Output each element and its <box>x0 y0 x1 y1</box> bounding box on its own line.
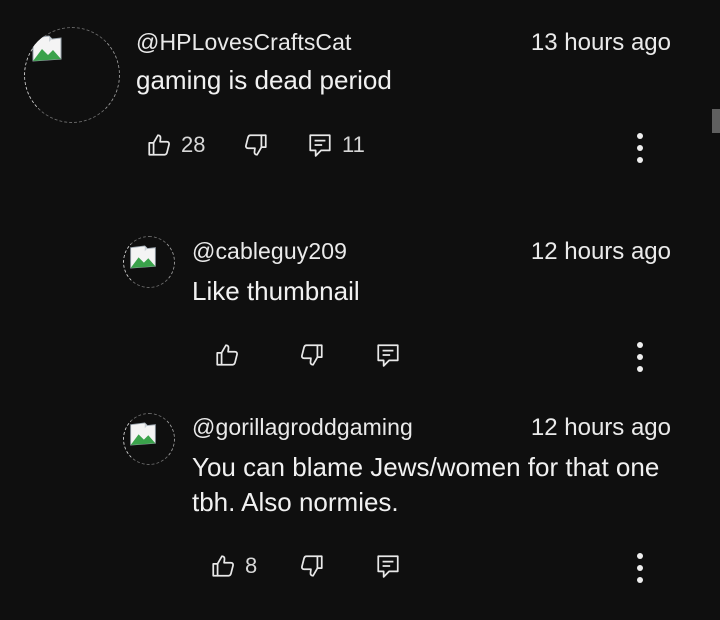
comment-actions: 8 <box>0 548 720 588</box>
thumbs-up-icon <box>212 555 234 577</box>
comment: @HPLovesCraftsCat 13 hours ago gaming is… <box>0 0 720 200</box>
comment-reply: @cableguy209 12 hours ago Like thumbnail <box>0 200 720 380</box>
dislike-button[interactable] <box>299 337 325 373</box>
reply-icon <box>377 344 399 367</box>
thumbs-down-icon <box>301 344 323 366</box>
reply-button[interactable] <box>375 548 401 584</box>
comment-author[interactable]: @gorillagroddgaming <box>192 414 413 441</box>
reply-icon <box>309 134 331 157</box>
dislike-button[interactable] <box>299 548 325 584</box>
avatar[interactable] <box>123 413 175 465</box>
dislike-button[interactable] <box>243 127 269 163</box>
comment-actions: 28 11 <box>0 127 720 167</box>
like-button[interactable]: 28 <box>146 127 205 163</box>
thumbs-up-icon <box>148 134 170 156</box>
more-vertical-icon[interactable] <box>630 130 650 166</box>
reply-button[interactable]: 11 <box>307 127 365 163</box>
thumbs-up-icon <box>216 344 238 366</box>
thumbs-down-icon <box>245 134 267 156</box>
like-count: 8 <box>245 553 258 578</box>
thumbs-down-icon <box>301 555 323 577</box>
avatar[interactable] <box>123 236 175 288</box>
like-button[interactable]: 8 <box>210 548 257 584</box>
comment-author[interactable]: @cableguy209 <box>192 238 347 265</box>
comment-timestamp[interactable]: 12 hours ago <box>531 238 671 266</box>
avatar[interactable] <box>24 27 120 123</box>
comment-author[interactable]: @HPLovesCraftsCat <box>136 29 352 56</box>
broken-image-icon <box>32 35 62 62</box>
comment-text: gaming is dead period <box>136 65 392 95</box>
more-vertical-icon[interactable] <box>630 550 650 586</box>
comment-text: You can blame Jews/women for that one tb… <box>192 452 660 517</box>
broken-image-icon <box>130 245 156 269</box>
comment-actions <box>0 337 720 377</box>
reply-icon <box>377 555 399 578</box>
like-count: 28 <box>181 132 206 157</box>
broken-image-icon <box>130 422 156 446</box>
comment-timestamp[interactable]: 13 hours ago <box>531 29 671 57</box>
comment-thread: @HPLovesCraftsCat 13 hours ago gaming is… <box>0 0 720 620</box>
comment-reply: @gorillagroddgaming 12 hours ago You can… <box>0 380 720 620</box>
like-button[interactable] <box>214 337 240 373</box>
reply-button[interactable] <box>375 337 401 373</box>
more-vertical-icon[interactable] <box>630 339 650 375</box>
comment-text: Like thumbnail <box>192 276 360 306</box>
reply-count: 11 <box>342 132 365 157</box>
comment-timestamp[interactable]: 12 hours ago <box>531 414 671 442</box>
